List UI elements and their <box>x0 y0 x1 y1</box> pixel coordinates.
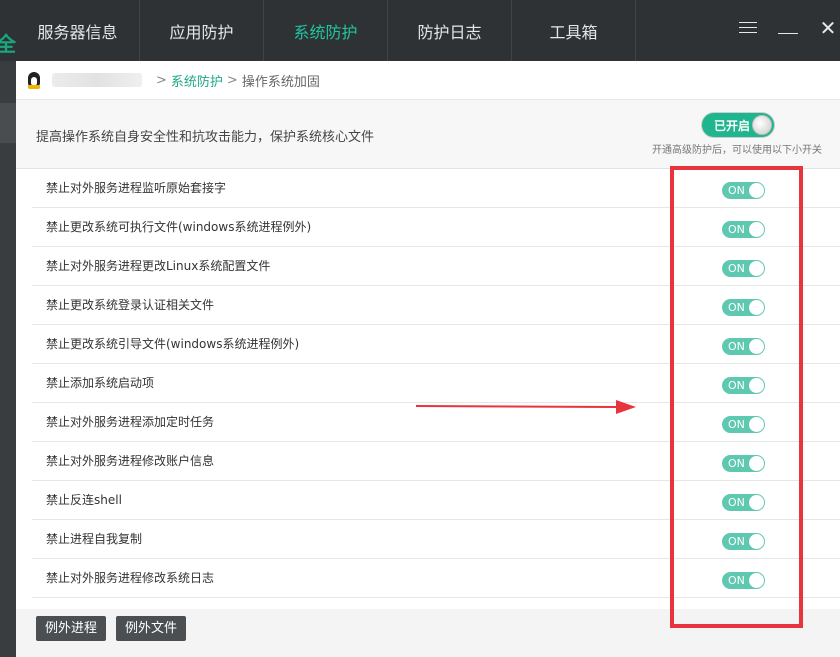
logo-icon: 全 <box>0 32 16 56</box>
menu-icon[interactable] <box>738 18 758 38</box>
rule-label: 禁止对外服务进程更改Linux系统配置文件 <box>46 259 271 273</box>
breadcrumb-separator: > <box>156 72 167 88</box>
rule-label: 禁止对外服务进程修改系统日志 <box>46 571 215 585</box>
tab-label: 系统防护 <box>293 22 358 42</box>
main-nav: 服务器信息 应用防护 系统防护 防护日志 工具箱 <box>16 0 636 61</box>
master-toggle[interactable]: 已开启 <box>702 113 774 137</box>
breadcrumb: > 系统防护 > 操作系统加固 <box>16 61 840 99</box>
close-icon[interactable]: ✕ <box>818 18 838 38</box>
rule-label: 禁止更改系统登录认证相关文件 <box>46 298 215 312</box>
breadcrumb-current: 操作系统加固 <box>241 74 320 90</box>
master-toggle-label: 已开启 <box>714 119 751 133</box>
tab-label: 服务器信息 <box>37 22 118 42</box>
rule-label: 禁止对外服务进程修改账户信息 <box>46 454 215 468</box>
tab-system-protection[interactable]: 系统防护 <box>264 0 388 61</box>
tab-label: 工具箱 <box>549 22 598 42</box>
tab-toolbox[interactable]: 工具箱 <box>512 0 636 61</box>
minimize-icon[interactable] <box>778 18 798 38</box>
annotation-arrow-icon <box>416 400 636 414</box>
rule-label: 禁止进程自我复制 <box>46 532 143 546</box>
rule-label: 禁止更改系统可执行文件(windows系统进程例外) <box>46 220 312 234</box>
rule-label: 禁止对外服务进程添加定时任务 <box>46 415 215 429</box>
blurred-server-name <box>52 73 142 87</box>
exception-process-button[interactable]: 例外进程 <box>36 616 107 641</box>
description-text: 提高操作系统自身安全性和抗攻击能力，保护系统核心文件 <box>36 130 375 145</box>
rule-label: 禁止添加系统启动项 <box>46 376 155 390</box>
toggle-knob <box>752 115 772 135</box>
annotation-highlight-box <box>670 166 803 628</box>
left-sidebar <box>0 61 16 657</box>
status-line-cropped <box>24 650 824 657</box>
rule-label: 禁止反连shell <box>46 493 122 507</box>
app-window: 全 服务器信息 应用防护 系统防护 防护日志 工具箱 ✕ > 系统防护 > 操作… <box>0 0 840 657</box>
description-row: 提高操作系统自身安全性和抗攻击能力，保护系统核心文件 已开启 开通高级防护后，可… <box>16 99 840 169</box>
tab-protection-log[interactable]: 防护日志 <box>388 0 512 61</box>
tab-app-protection[interactable]: 应用防护 <box>140 0 264 61</box>
tab-label: 防护日志 <box>417 22 482 42</box>
linux-penguin-icon <box>26 71 42 89</box>
tab-label: 应用防护 <box>169 22 234 42</box>
breadcrumb-separator: > <box>226 72 238 88</box>
rule-label: 禁止对外服务进程监听原始套接字 <box>46 181 227 195</box>
rule-label: 禁止更改系统引导文件(windows系统进程例外) <box>46 337 300 351</box>
tab-server-info[interactable]: 服务器信息 <box>16 0 140 61</box>
breadcrumb-link-system-protection[interactable]: 系统防护 <box>171 71 223 90</box>
exception-file-button[interactable]: 例外文件 <box>116 616 187 641</box>
sidebar-highlight <box>0 103 16 143</box>
master-toggle-note: 开通高级防护后，可以使用以下小开关 <box>652 145 822 156</box>
header-bar: 全 服务器信息 应用防护 系统防护 防护日志 工具箱 ✕ <box>0 0 840 61</box>
